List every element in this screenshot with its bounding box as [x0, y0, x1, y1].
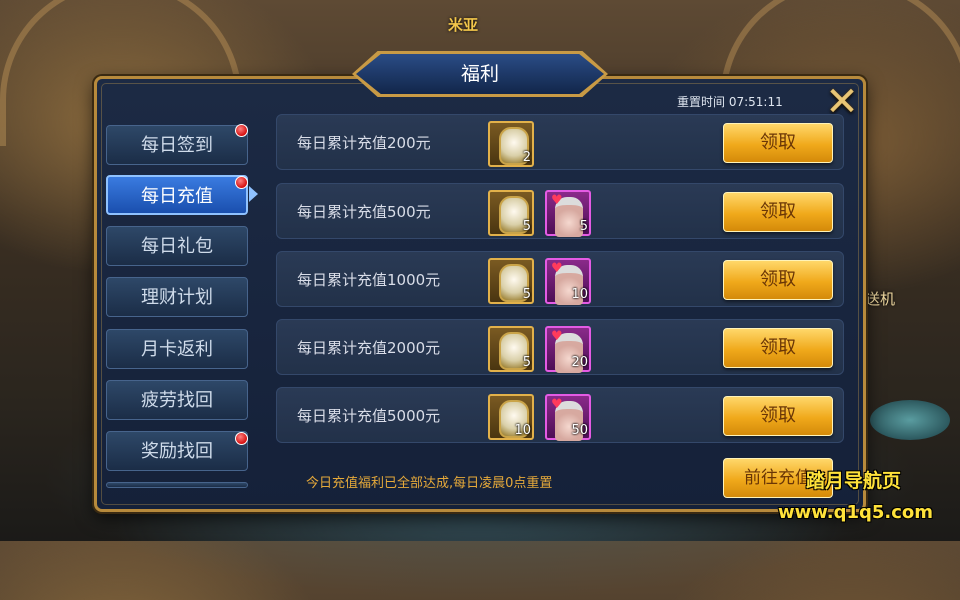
sidebar-item-monthly-card[interactable]: 月卡返利 — [106, 329, 248, 369]
claim-button[interactable]: 领取 — [723, 328, 833, 368]
notification-badge — [235, 432, 248, 445]
claim-button[interactable]: 领取 — [723, 123, 833, 163]
reward-label: 每日累计充值200元 — [297, 134, 431, 152]
watermark-url: www.q1q5.com — [778, 502, 934, 523]
background-fountain — [870, 400, 950, 440]
heart-icon: ♥ — [551, 261, 563, 276]
sidebar-item-fatigue-recovery[interactable]: 疲劳找回 — [106, 380, 248, 420]
claim-button[interactable]: 领取 — [723, 260, 833, 300]
hero-card-icon[interactable]: ♥ 5 — [545, 190, 591, 237]
vase-icon[interactable]: 5 — [488, 190, 534, 236]
hero-card-icon[interactable]: ♥ 20 — [545, 326, 591, 373]
sidebar-item-daily-gift[interactable]: 每日礼包 — [106, 226, 248, 266]
reward-label: 每日累计充值2000元 — [297, 339, 441, 357]
npc-name-label[interactable]: 米亚 — [448, 14, 478, 35]
item-qty: 5 — [522, 287, 531, 302]
notification-badge — [235, 176, 248, 189]
watermark-title: 踏月导航页 — [806, 470, 902, 492]
claim-button[interactable]: 领取 — [723, 192, 833, 232]
reward-row: 每日累计充值500元 5 ♥ 5 领取 — [276, 183, 844, 239]
item-qty: 5 — [579, 219, 588, 234]
item-qty: 10 — [571, 287, 588, 302]
sidebar-item-partial[interactable] — [106, 482, 248, 488]
heart-icon: ♥ — [551, 397, 563, 412]
reward-label: 每日累计充值1000元 — [297, 271, 441, 289]
reward-row: 每日累计充值1000元 5 ♥ 10 领取 — [276, 251, 844, 307]
hero-card-icon[interactable]: ♥ 50 — [545, 394, 591, 441]
active-tab-arrow-icon — [249, 186, 258, 202]
vase-icon[interactable]: 2 — [488, 121, 534, 167]
heart-icon: ♥ — [551, 329, 563, 344]
item-qty: 20 — [571, 355, 588, 370]
heart-icon: ♥ — [551, 193, 563, 208]
sidebar-item-daily-recharge[interactable]: 每日充值 — [106, 175, 248, 215]
vase-icon[interactable]: 5 — [488, 326, 534, 372]
reward-label: 每日累计充值5000元 — [297, 407, 441, 425]
reset-time: 重置时间 07:51:11 — [677, 95, 783, 109]
reward-row: 每日累计充值2000元 5 ♥ 20 领取 — [276, 319, 844, 375]
item-qty: 5 — [522, 355, 531, 370]
item-qty: 50 — [571, 423, 588, 438]
claim-button[interactable]: 领取 — [723, 396, 833, 436]
reset-note: 今日充值福利已全部达成,每日凌晨0点重置 — [306, 476, 553, 491]
reward-row: 每日累计充值5000元 10 ♥ 50 领取 — [276, 387, 844, 443]
sidebar-item-daily-signin[interactable]: 每日签到 — [106, 125, 248, 165]
dialog-title: 福利 — [460, 63, 499, 85]
vase-icon[interactable]: 5 — [488, 258, 534, 304]
sidebar-item-finance-plan[interactable]: 理财计划 — [106, 277, 248, 317]
hero-card-icon[interactable]: ♥ 10 — [545, 258, 591, 305]
item-qty: 10 — [514, 423, 531, 438]
reward-label: 每日累计充值500元 — [297, 203, 431, 221]
item-qty: 2 — [522, 150, 531, 165]
vase-icon[interactable]: 10 — [488, 394, 534, 440]
sidebar-item-reward-recovery[interactable]: 奖励找回 — [106, 431, 248, 471]
reward-row: 每日累计充值200元 2 领取 — [276, 114, 844, 170]
notification-badge — [235, 124, 248, 137]
item-qty: 5 — [522, 219, 531, 234]
